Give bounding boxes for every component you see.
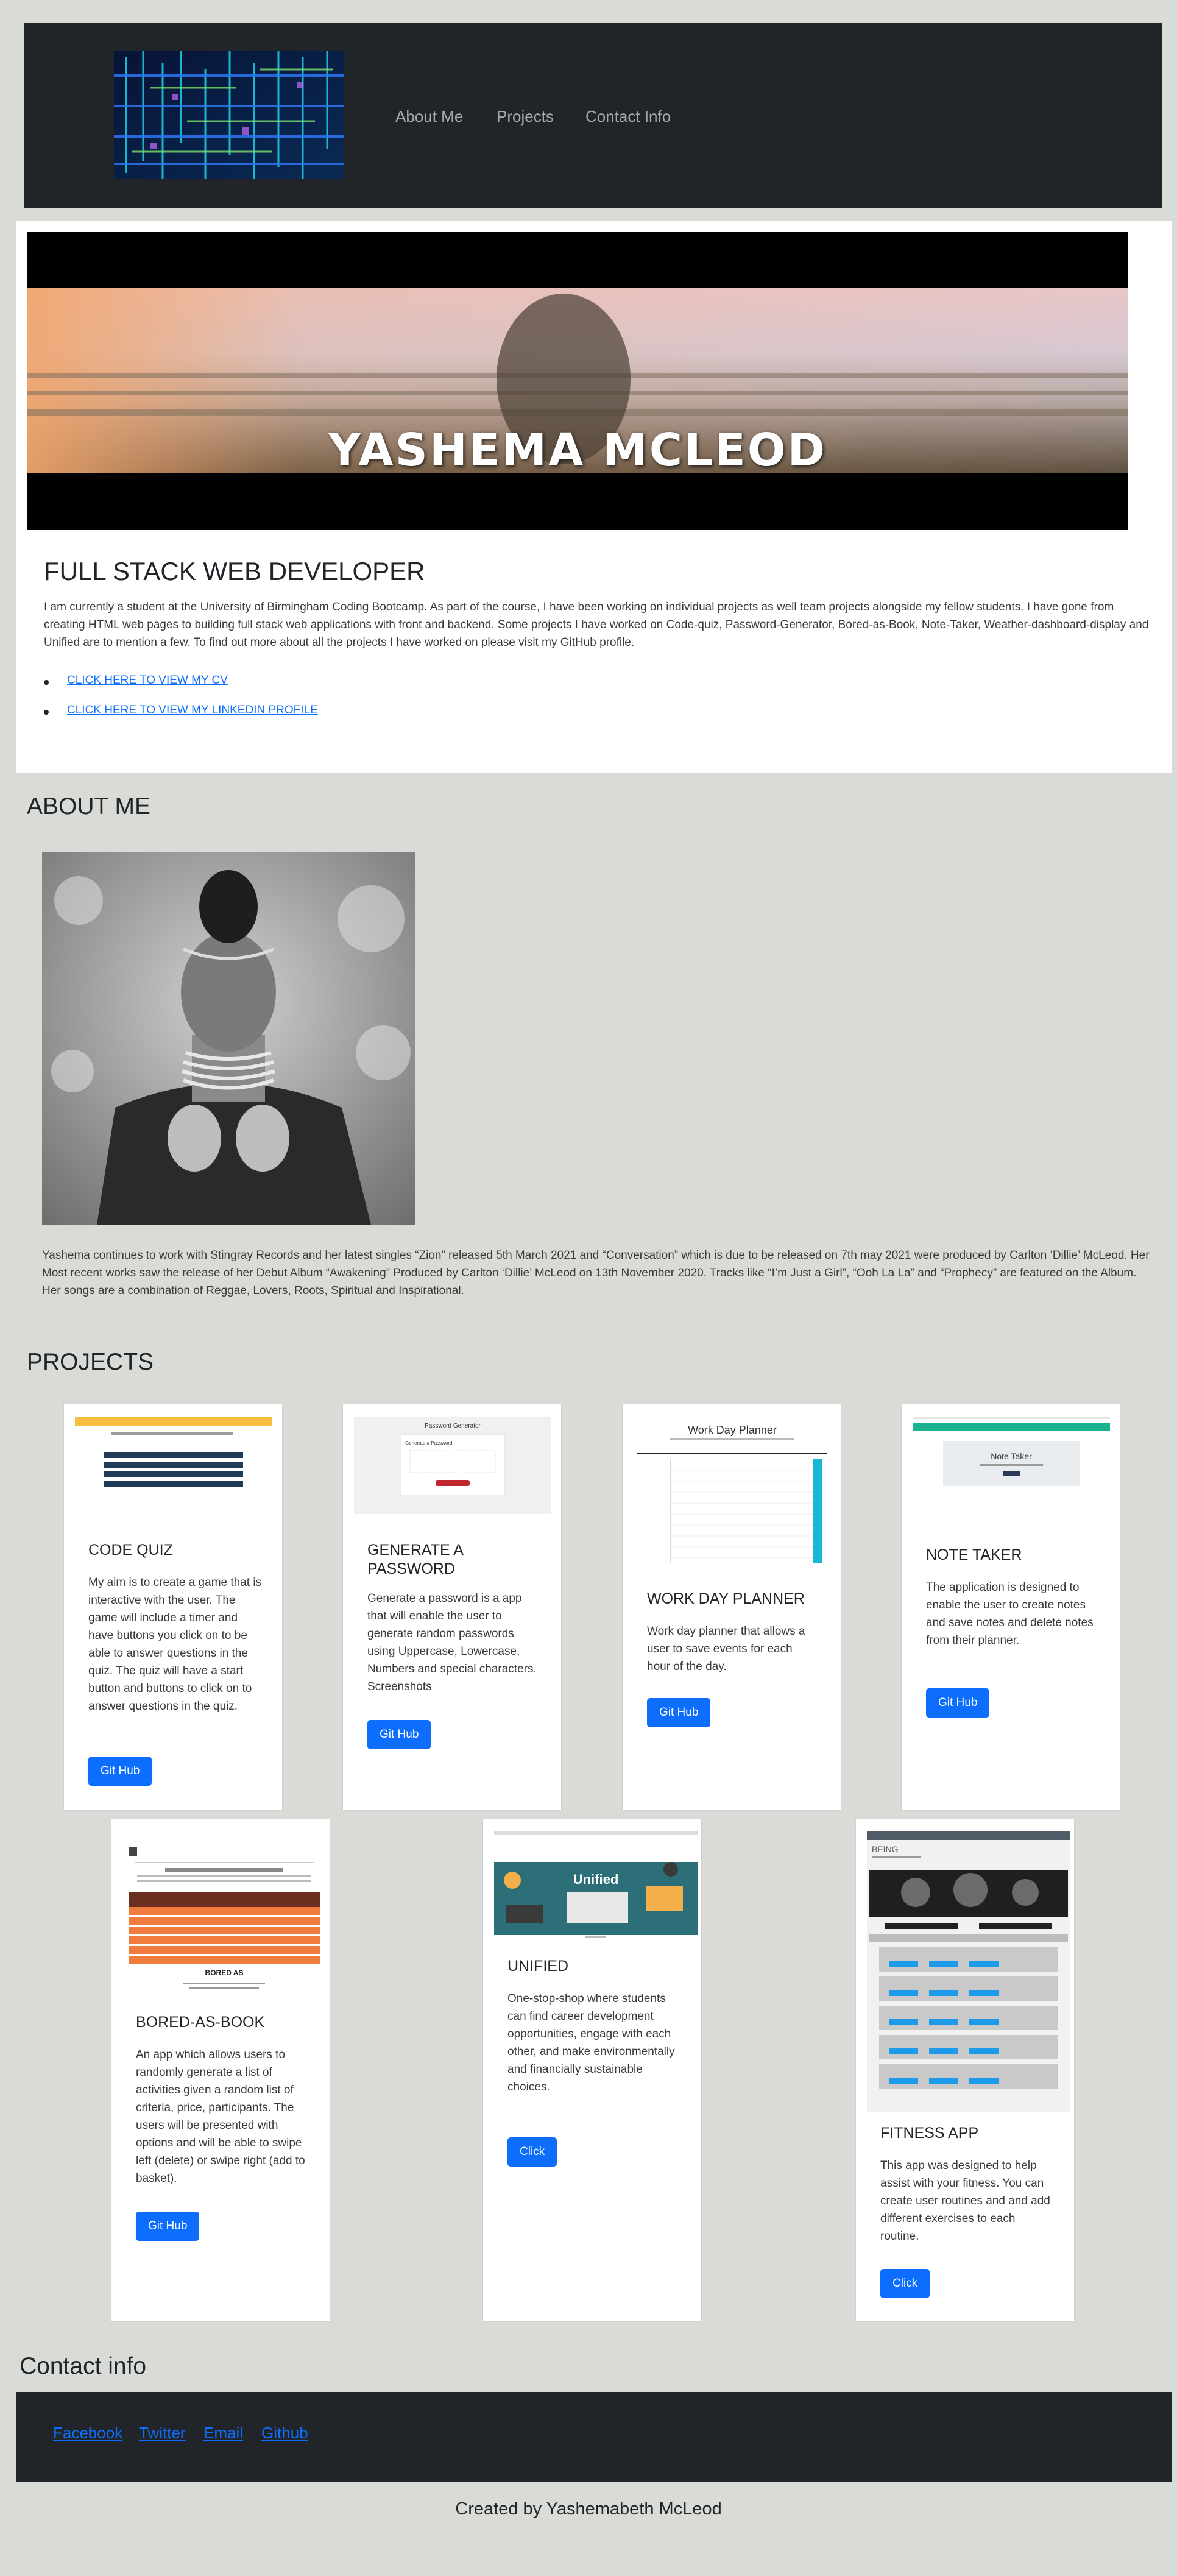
hero-section: YASHEMA MCLEOD FULL STACK WEB DEVELOPER … <box>16 221 1172 773</box>
click-button[interactable]: Click <box>507 2137 557 2167</box>
footer-credit: Created by Yashemabeth McLeod <box>455 2499 722 2519</box>
hero-intro: I am currently a student at the Universi… <box>44 601 1149 649</box>
card-title: WORK DAY PLANNER <box>647 1590 805 1607</box>
github-button[interactable]: Git Hub <box>367 1720 431 1749</box>
card-text: One-stop-shop where students can find ca… <box>507 1992 675 2093</box>
list-bullet <box>44 680 49 685</box>
project-card-note-taker: Note Taker NOTE TAKER The application is… <box>901 1404 1120 1811</box>
list-bullet <box>44 710 49 715</box>
card-text: Generate a password is a app that will e… <box>367 1592 537 1693</box>
unified-screenshot: Unified <box>494 1831 698 1941</box>
profile-photo <box>42 852 415 1225</box>
planner-screenshot: Work Day Planner <box>634 1417 831 1581</box>
bored-thumb-title: BORED AS <box>205 1969 244 1977</box>
hero-banner: YASHEMA MCLEOD <box>27 232 1128 530</box>
card-text: My aim is to create a game that is inter… <box>88 1576 262 1713</box>
twitter-link[interactable]: Twitter <box>139 2424 186 2443</box>
fitness-app-screenshot: BEING <box>867 1831 1070 2112</box>
github-link[interactable]: Github <box>261 2424 308 2443</box>
banner-name: YASHEMA MCLEOD <box>328 424 827 476</box>
navbar: About Me Projects Contact Info <box>24 23 1162 208</box>
github-button[interactable]: Git Hub <box>88 1757 152 1786</box>
contact-title: Contact info <box>19 2353 147 2379</box>
card-text: An app which allows users to randomly ge… <box>136 2048 305 2185</box>
card-title: NOTE TAKER <box>926 1546 1022 1563</box>
github-button[interactable]: Git Hub <box>647 1698 711 1727</box>
github-button[interactable]: Git Hub <box>136 2212 200 2241</box>
password-screenshot: Password Generator Generate a Password <box>354 1417 551 1514</box>
facebook-link[interactable]: Facebook <box>53 2424 122 2443</box>
note-taker-screenshot: Note Taker <box>913 1417 1110 1508</box>
card-text: The application is designed to enable th… <box>926 1581 1094 1647</box>
contact-bar: Facebook Twitter Email Github <box>16 2392 1172 2482</box>
unified-thumb-title: Unified <box>573 1872 619 1887</box>
card-text: Work day planner that allows a user to s… <box>647 1625 805 1673</box>
cv-link[interactable]: CLICK HERE TO VIEW MY CV <box>67 674 228 687</box>
project-card-work-day-planner: Work Day Planner WORK DAY PLANNER Work d… <box>622 1404 841 1811</box>
project-card-fitness-app: BEING FITNESS APP This app was designed … <box>855 1819 1075 2322</box>
code-quiz-screenshot <box>75 1417 272 1490</box>
card-title: BORED-AS-BOOK <box>136 2014 265 2031</box>
being-thumb-title: BEING <box>872 1844 899 1854</box>
circuit-board-logo[interactable] <box>114 51 344 179</box>
about-text: Yashema continues to work with Stingray … <box>42 1249 1150 1297</box>
project-card-password: Password Generator Generate a Password G… <box>342 1404 562 1811</box>
hero-title: FULL STACK WEB DEVELOPER <box>44 557 425 586</box>
card-title: FITNESS APP <box>880 2125 979 2142</box>
password-thumb-sub: Generate a Password <box>405 1440 452 1446</box>
nav-link-about-me[interactable]: About Me <box>395 107 463 126</box>
email-link[interactable]: Email <box>203 2424 243 2443</box>
card-title: UNIFIED <box>507 1958 568 1975</box>
project-card-code-quiz: CODE QUIZ My aim is to create a game tha… <box>63 1404 283 1811</box>
planner-thumb-title: Work Day Planner <box>688 1424 777 1436</box>
linkedin-link[interactable]: CLICK HERE TO VIEW MY LINKEDIN PROFILE <box>67 704 318 717</box>
card-title: CODE QUIZ <box>88 1541 173 1559</box>
password-thumb-title: Password Generator <box>425 1423 481 1429</box>
note-thumb-title: Note Taker <box>991 1451 1032 1461</box>
about-title: ABOUT ME <box>27 793 150 819</box>
projects-title: PROJECTS <box>27 1349 154 1375</box>
card-text: This app was designed to help assist wit… <box>880 2159 1050 2243</box>
github-button[interactable]: Git Hub <box>926 1688 990 1718</box>
project-card-unified: Unified UNIFIED One-stop-shop where stud… <box>482 1819 702 2322</box>
card-title: GENERATE A PASSWORD <box>367 1541 463 1577</box>
click-button[interactable]: Click <box>880 2269 930 2298</box>
bored-as-book-screenshot: BORED AS <box>122 1831 326 2002</box>
project-card-bored-as-book: BORED AS BORED-AS-BOOK An app which allo… <box>111 1819 330 2322</box>
nav-link-projects[interactable]: Projects <box>497 107 554 126</box>
nav-link-contact-info[interactable]: Contact Info <box>585 107 671 126</box>
